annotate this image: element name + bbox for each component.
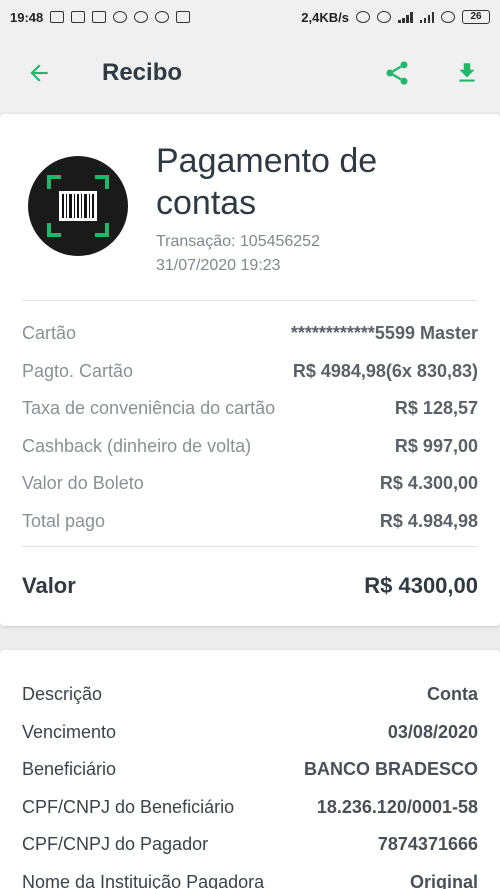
boleto-row-beneficiary: Beneficiário BANCO BRADESCO	[22, 759, 478, 780]
status-bar: 19:48 2,4KB/s 26	[0, 0, 500, 34]
detail-row-card-payment: Pagto. Cartão R$ 4984,98(6x 830,83)	[22, 360, 478, 381]
payment-details: Cartão ************5599 Master Pagto. Car…	[0, 301, 500, 546]
wifi-icon	[441, 11, 455, 23]
boleto-row-beneficiary-cnpj: CPF/CNPJ do Beneficiário 18.236.120/0001-…	[22, 796, 478, 817]
app-bar: Recibo	[0, 34, 500, 112]
total-value: R$ 4300,00	[364, 573, 478, 598]
detail-row-fee: Taxa de conveniência do cartão R$ 128,57	[22, 398, 478, 419]
app-notification-icon	[113, 11, 128, 23]
page-title: Recibo	[102, 59, 183, 86]
app-notification-icon	[92, 11, 107, 23]
app-notification-icon	[176, 11, 191, 23]
detail-row-card: Cartão ************5599 Master	[22, 323, 478, 344]
instagram-icon	[155, 11, 170, 23]
arrow-back-icon[interactable]	[24, 58, 54, 88]
alarm-icon	[377, 11, 391, 23]
download-icon[interactable]	[452, 58, 482, 88]
detail-row-cashback: Cashback (dinheiro de volta) R$ 997,00	[22, 435, 478, 456]
receipt-card: Pagamento de contas Transação: 105456252…	[0, 114, 500, 626]
network-speed: 2,4KB/s	[301, 9, 349, 25]
status-time: 19:48	[10, 9, 44, 25]
total-row: Valor R$ 4300,00	[0, 547, 500, 625]
total-label: Valor	[22, 573, 76, 598]
signal-icon	[419, 11, 434, 23]
share-icon[interactable]	[382, 58, 412, 88]
battery-icon: 26	[462, 10, 490, 24]
transaction-datetime: 31/07/2020 19:23	[156, 257, 281, 274]
boleto-card: Descrição Conta Vencimento 03/08/2020 Bene…	[0, 650, 500, 889]
boleto-row-due-date: Vencimento 03/08/2020	[22, 721, 478, 742]
receipt-title: Pagamento de contas	[156, 142, 378, 222]
mute-icon	[356, 11, 370, 23]
transaction-id: Transação: 105456252	[156, 233, 320, 250]
boleto-row-description: Descrição Conta	[22, 684, 478, 705]
signal-icon	[398, 11, 413, 23]
message-icon	[50, 11, 65, 23]
receipt-header: Pagamento de contas Transação: 105456252…	[0, 114, 500, 300]
app-notification-icon	[71, 11, 86, 23]
boleto-row-payer-cnpj: CPF/CNPJ do Pagador 7874371666	[22, 834, 478, 855]
detail-row-boleto-value: Valor do Boleto R$ 4.300,00	[22, 473, 478, 494]
detail-row-total-paid: Total pago R$ 4.984,98	[22, 510, 478, 531]
barcode-scan-icon	[28, 156, 128, 256]
boleto-row-paying-institution: Nome da Instituição Pagadora Original	[22, 871, 478, 889]
instagram-icon	[134, 11, 149, 23]
boleto-details: Descrição Conta Vencimento 03/08/2020 Bene…	[0, 650, 500, 889]
